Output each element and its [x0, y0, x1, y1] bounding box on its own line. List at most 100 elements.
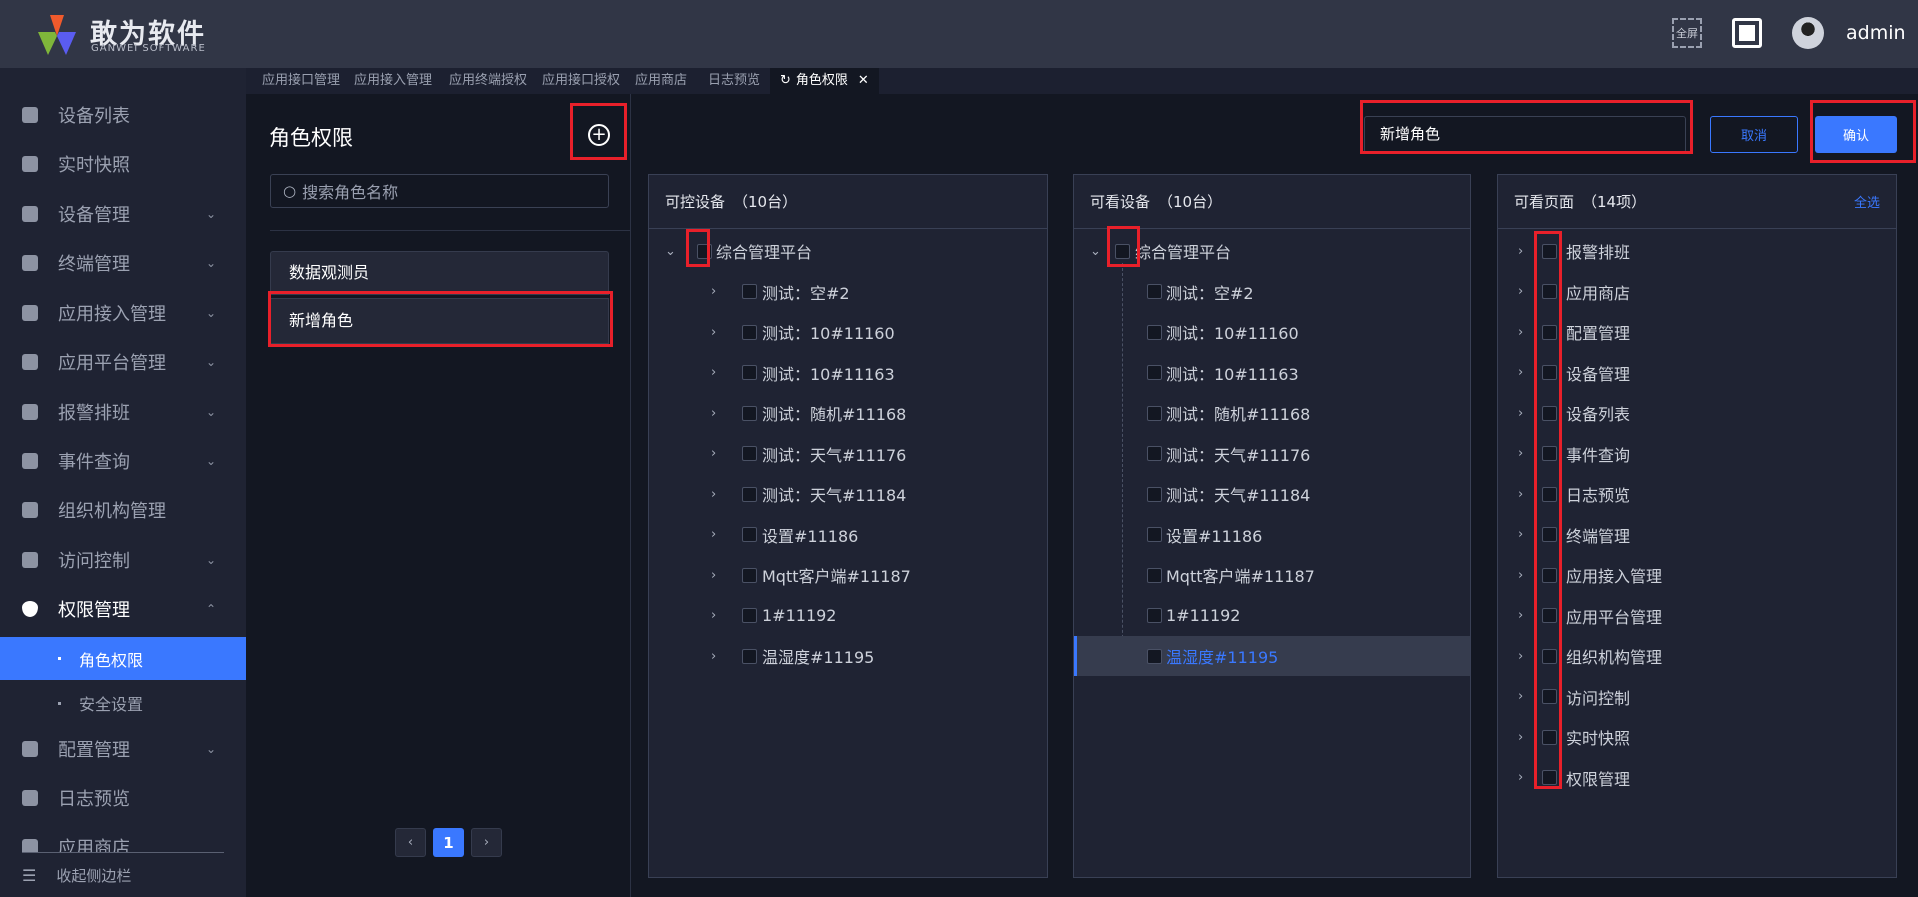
chevron-right-icon[interactable]: › — [1518, 244, 1523, 259]
checkbox[interactable] — [742, 446, 757, 461]
sidebar-item[interactable]: 权限管理 ⌃ — [0, 589, 246, 629]
sidebar-item[interactable]: 日志预览 — [0, 778, 246, 818]
checkbox[interactable] — [1147, 405, 1162, 421]
page-item[interactable]: › 设备列表 — [1498, 393, 1896, 433]
checkbox[interactable] — [1542, 729, 1557, 745]
sidebar-item[interactable]: 访问控制 ⌄ — [0, 540, 246, 580]
tree-root[interactable]: ⌄ 综合管理平台 — [649, 231, 1047, 271]
chevron-right-icon[interactable]: › — [1518, 770, 1523, 785]
checkbox[interactable] — [742, 527, 757, 542]
checkbox[interactable] — [1542, 689, 1557, 704]
checkbox[interactable] — [1542, 446, 1557, 461]
sidebar-item[interactable]: 事件查询 ⌄ — [0, 441, 246, 481]
username[interactable]: admin — [1846, 22, 1906, 44]
checkbox[interactable] — [1147, 446, 1162, 461]
chevron-right-icon[interactable]: › — [1518, 325, 1523, 340]
page-item[interactable]: › 应用接入管理 — [1498, 555, 1896, 595]
checkbox[interactable] — [1542, 648, 1557, 664]
tab-item[interactable]: 应用接口管理 — [262, 68, 340, 94]
prev-page-button[interactable]: ‹ — [395, 828, 426, 857]
sidebar-item[interactable]: 应用接入管理 ⌄ — [0, 293, 246, 333]
sidebar-item[interactable]: 配置管理 ⌄ — [0, 729, 246, 769]
tree-item[interactable]: 测试：10#11160 — [1074, 312, 1470, 352]
page-item[interactable]: › 访问控制 — [1498, 677, 1896, 717]
checkbox[interactable] — [742, 365, 757, 380]
tree-item[interactable]: › Mqtt客户端#11187 — [649, 555, 1047, 595]
checkbox[interactable] — [742, 608, 757, 623]
checkbox[interactable] — [1542, 405, 1557, 421]
chevron-right-icon[interactable]: › — [711, 649, 716, 664]
chevron-right-icon[interactable]: › — [1518, 365, 1523, 380]
tree-item[interactable]: 测试：随机#11168 — [1074, 393, 1470, 433]
tree-item[interactable]: › 测试：10#11163 — [649, 353, 1047, 393]
checkbox[interactable] — [1147, 324, 1162, 340]
page-item[interactable]: › 终端管理 — [1498, 515, 1896, 555]
checkbox[interactable] — [742, 324, 757, 340]
sidebar-item[interactable]: 设备管理 ⌄ — [0, 194, 246, 234]
tab-item[interactable]: 应用商店 — [635, 68, 687, 94]
sidebar-item[interactable]: 终端管理 ⌄ — [0, 243, 246, 283]
sidebar-item[interactable]: 设备列表 — [0, 95, 246, 135]
checkbox[interactable] — [742, 648, 757, 664]
tree-item[interactable]: › 温湿度#11195 — [649, 636, 1047, 676]
fullscreen-button[interactable]: 全屏 — [1672, 18, 1702, 48]
confirm-button[interactable]: 确认 — [1815, 116, 1897, 153]
page-item[interactable]: › 权限管理 — [1498, 758, 1896, 798]
sidebar-item[interactable]: 实时快照 — [0, 144, 246, 184]
checkbox[interactable] — [742, 405, 757, 421]
checkbox[interactable] — [1147, 284, 1162, 299]
tree-item[interactable]: 测试：天气#11176 — [1074, 434, 1470, 474]
checkbox[interactable] — [1147, 365, 1162, 380]
tree-root[interactable]: ⌄ 综合管理平台 — [1074, 231, 1470, 271]
sidebar-item[interactable]: 报警排班 ⌄ — [0, 392, 246, 432]
page-item[interactable]: › 组织机构管理 — [1498, 636, 1896, 676]
chevron-right-icon[interactable]: › — [711, 406, 716, 421]
tree-item[interactable]: › 测试：天气#11176 — [649, 434, 1047, 474]
sidebar-item[interactable]: 安全设置 — [0, 683, 246, 723]
page-item[interactable]: › 报警排班 — [1498, 231, 1896, 271]
page-item[interactable]: › 配置管理 — [1498, 312, 1896, 352]
chevron-right-icon[interactable]: › — [1518, 649, 1523, 664]
tree-item[interactable]: › 测试：天气#11184 — [649, 474, 1047, 514]
sidebar-item[interactable]: 应用平台管理 ⌄ — [0, 342, 246, 382]
tab-item[interactable]: ↻ 角色权限 ✕ — [770, 68, 879, 94]
checkbox[interactable] — [742, 486, 757, 502]
checkbox[interactable] — [1147, 608, 1162, 623]
tab-item[interactable]: 应用终端授权 — [449, 68, 527, 94]
chevron-right-icon[interactable]: › — [711, 325, 716, 340]
checkbox[interactable] — [742, 567, 757, 583]
chevron-right-icon[interactable]: › — [711, 446, 716, 461]
tree-item[interactable]: › 测试：空#2 — [649, 272, 1047, 312]
chevron-right-icon[interactable]: › — [1518, 284, 1523, 299]
tree-item[interactable]: › 1#11192 — [649, 596, 1047, 636]
tree-item[interactable]: 设置#11186 — [1074, 515, 1470, 555]
checkbox[interactable] — [1542, 770, 1557, 785]
chevron-right-icon[interactable]: › — [711, 608, 716, 623]
tab-item[interactable]: 日志预览 — [708, 68, 760, 94]
tab-item[interactable]: 应用接入管理 — [354, 68, 432, 94]
next-page-button[interactable]: › — [471, 828, 502, 857]
page-item[interactable]: › 日志预览 — [1498, 474, 1896, 514]
chevron-right-icon[interactable]: › — [1518, 730, 1523, 745]
checkbox[interactable] — [1542, 243, 1557, 259]
checkbox[interactable] — [1147, 567, 1162, 583]
chevron-right-icon[interactable]: › — [711, 568, 716, 583]
refresh-icon[interactable]: ↻ — [780, 73, 791, 88]
page-item[interactable]: › 事件查询 — [1498, 434, 1896, 474]
chevron-right-icon[interactable]: › — [1518, 487, 1523, 502]
chevron-right-icon[interactable]: › — [1518, 446, 1523, 461]
tree-item[interactable]: 1#11192 — [1074, 596, 1470, 636]
page-item[interactable]: › 应用商店 — [1498, 272, 1896, 312]
tree-item[interactable]: › 测试：10#11160 — [649, 312, 1047, 352]
tree-item[interactable]: 温湿度#11195 — [1074, 636, 1470, 676]
tree-item[interactable]: 测试：天气#11184 — [1074, 474, 1470, 514]
chevron-right-icon[interactable]: › — [1518, 568, 1523, 583]
chevron-right-icon[interactable]: › — [711, 527, 716, 542]
tree-item[interactable]: › 测试：随机#11168 — [649, 393, 1047, 433]
page-item[interactable]: › 实时快照 — [1498, 717, 1896, 757]
checkbox[interactable] — [1115, 243, 1130, 259]
tree-item[interactable]: › 设置#11186 — [649, 515, 1047, 555]
sidebar-item[interactable]: 组织机构管理 — [0, 490, 246, 530]
checkbox[interactable] — [1542, 486, 1557, 502]
checkbox[interactable] — [1542, 608, 1557, 623]
